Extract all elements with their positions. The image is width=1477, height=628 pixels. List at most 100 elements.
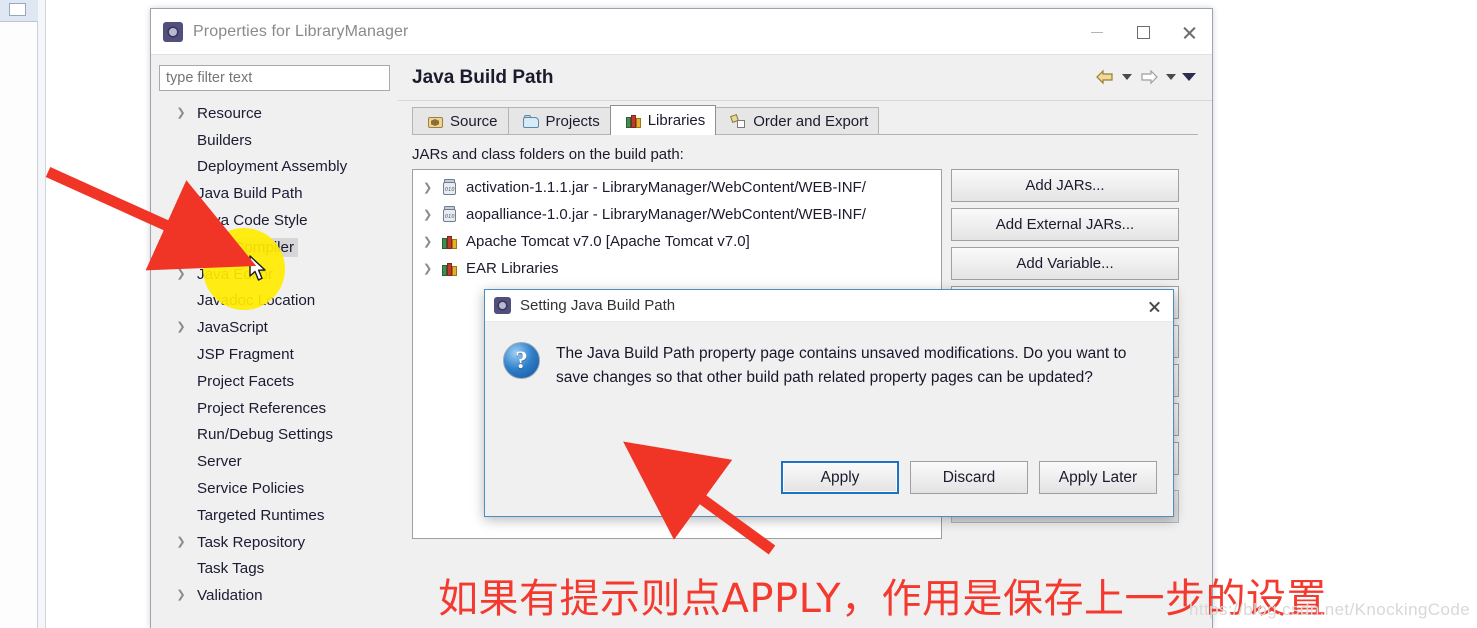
add-variable-button[interactable]: Add Variable... <box>951 247 1179 280</box>
minimize-icon <box>1091 31 1103 33</box>
chevron-right-icon[interactable]: ❯ <box>173 590 189 601</box>
dialog-message: The Java Build Path property page contai… <box>556 345 1127 386</box>
sidebar-item-label: Project Facets <box>197 372 295 390</box>
sidebar-item-java-build-path[interactable]: Java Build Path <box>159 180 390 207</box>
tab-source[interactable]: Source <box>412 107 509 135</box>
sidebar-item-label: JavaScript <box>197 319 268 337</box>
sidebar-item-run-debug-settings[interactable]: Run/Debug Settings <box>159 422 390 449</box>
back-arrow-icon[interactable] <box>1094 67 1116 87</box>
chevron-right-icon[interactable]: ❯ <box>173 107 189 119</box>
sidebar-item-server[interactable]: Server <box>159 448 390 475</box>
list-label: JARs and class folders on the build path… <box>412 146 684 163</box>
tab-bar[interactable]: Source Projects Libraries Order and Export <box>398 101 1212 135</box>
chevron-right-icon[interactable]: ❯ <box>173 536 189 548</box>
window-titlebar: Properties for LibraryManager <box>151 9 1212 55</box>
jar-list-item[interactable]: ❯ 010 aopalliance-1.0.jar - LibraryManager… <box>413 201 941 228</box>
tab-order-and-export[interactable]: Order and Export <box>715 107 880 135</box>
sidebar-item-jsp-fragment[interactable]: JSP Fragment <box>159 341 390 368</box>
jar-icon: 010 <box>441 206 458 223</box>
apply-later-button[interactable]: Apply Later <box>1039 461 1157 494</box>
sidebar-item-label: Project References <box>197 399 327 417</box>
chevron-right-icon[interactable]: ❯ <box>423 235 437 248</box>
settings-sidebar: ❯ Resource Builders Deployment Assembly Java… <box>151 55 398 628</box>
screenshot-root: Properties for LibraryManager ❯ Resource B… <box>0 0 1477 628</box>
sidebar-item-label: Java Build Path <box>197 185 303 203</box>
chevron-right-icon[interactable]: ❯ <box>173 241 189 253</box>
library-icon <box>441 233 458 250</box>
jar-list-item[interactable]: ❯ Apache Tomcat v7.0 [Apache Tomcat v7.0] <box>413 228 941 255</box>
chevron-right-icon[interactable]: ❯ <box>173 322 189 333</box>
jar-list-item-label: aopalliance-1.0.jar - LibraryManager/Web… <box>466 206 866 223</box>
library-icon <box>441 260 458 277</box>
background-titlebar-fragment <box>0 0 38 22</box>
forward-arrow-icon[interactable] <box>1138 67 1160 87</box>
navigation-toolbar <box>1094 67 1196 87</box>
chevron-right-icon[interactable]: ❯ <box>423 181 437 194</box>
eclipse-properties-icon <box>163 21 183 42</box>
sidebar-item-task-repository[interactable]: ❯ Task Repository <box>159 529 390 556</box>
background-maximize-icon <box>9 3 26 16</box>
sidebar-item-web-content-settings[interactable]: Web Content Settings <box>159 609 390 616</box>
chevron-right-icon[interactable]: ❯ <box>173 215 189 226</box>
dialog-titlebar: Setting Java Build Path <box>485 290 1173 322</box>
chevron-right-icon[interactable]: ❯ <box>423 262 437 275</box>
chevron-right-icon[interactable]: ❯ <box>173 268 189 280</box>
sidebar-item-project-references[interactable]: Project References <box>159 395 390 422</box>
dialog-title: Setting Java Build Path <box>520 297 676 314</box>
question-mark-icon: ? <box>503 342 540 379</box>
window-controls <box>1074 9 1212 55</box>
sidebar-item-deployment-assembly[interactable]: Deployment Assembly <box>159 154 390 181</box>
tab-label: Projects <box>545 113 600 130</box>
close-button[interactable] <box>1166 9 1212 55</box>
settings-tree[interactable]: ❯ Resource Builders Deployment Assembly Java… <box>159 100 390 616</box>
jar-list-item-label: Apache Tomcat v7.0 [Apache Tomcat v7.0] <box>466 233 750 250</box>
add-jars-button[interactable]: Add JARs... <box>951 169 1179 202</box>
forward-dropdown-icon[interactable] <box>1166 74 1176 80</box>
properties-window: Properties for LibraryManager ❯ Resource B… <box>150 8 1213 628</box>
sidebar-item-builders[interactable]: Builders <box>159 127 390 154</box>
sidebar-item-label: Targeted Runtimes <box>197 506 325 524</box>
sidebar-item-resource[interactable]: ❯ Resource <box>159 100 390 127</box>
add-external-jars-button[interactable]: Add External JARs... <box>951 208 1179 241</box>
apply-button[interactable]: Apply <box>781 461 899 494</box>
tab-libraries[interactable]: Libraries <box>609 105 717 135</box>
maximize-button[interactable] <box>1120 9 1166 55</box>
tab-label: Source <box>450 113 498 130</box>
sidebar-item-label: Builders <box>197 131 252 149</box>
sidebar-item-javascript[interactable]: ❯ JavaScript <box>159 314 390 341</box>
jar-list-item[interactable]: ❯ 010 activation-1.1.1.jar - LibraryManage… <box>413 174 941 201</box>
background-window-gutter <box>38 0 46 628</box>
sidebar-item-service-policies[interactable]: Service Policies <box>159 475 390 502</box>
sidebar-item-task-tags[interactable]: Task Tags <box>159 556 390 583</box>
sidebar-item-label: Java Code Style <box>197 212 308 230</box>
sidebar-item-label: Task Tags <box>197 560 265 578</box>
tab-label: Libraries <box>647 112 706 129</box>
sidebar-item-targeted-runtimes[interactable]: Targeted Runtimes <box>159 502 390 529</box>
sidebar-item-project-facets[interactable]: Project Facets <box>159 368 390 395</box>
back-dropdown-icon[interactable] <box>1122 74 1132 80</box>
tab-projects[interactable]: Projects <box>507 107 611 135</box>
sidebar-item-label: Service Policies <box>197 480 305 498</box>
libraries-books-icon <box>625 112 642 129</box>
sidebar-item-validation[interactable]: ❯ Validation <box>159 582 390 609</box>
jar-list-item[interactable]: ❯ EAR Libraries <box>413 255 941 282</box>
close-icon <box>1148 300 1161 313</box>
chevron-right-icon[interactable]: ❯ <box>423 208 437 221</box>
sidebar-item-java-code-style[interactable]: ❯ Java Code Style <box>159 207 390 234</box>
content-header: Java Build Path <box>398 55 1212 101</box>
filter-input[interactable] <box>159 65 390 91</box>
maximize-icon <box>1136 25 1150 39</box>
tab-underline <box>412 134 1198 135</box>
minimize-button[interactable] <box>1074 9 1120 55</box>
dialog-close-button[interactable] <box>1141 294 1167 318</box>
setting-java-build-path-dialog: Setting Java Build Path ? The Java Build… <box>484 289 1174 517</box>
jar-icon: 010 <box>441 179 458 196</box>
discard-button[interactable]: Discard <box>910 461 1028 494</box>
tab-label: Order and Export <box>753 113 869 130</box>
jar-list-item-label: EAR Libraries <box>466 260 559 277</box>
watermark: https://blog.csdn.net/KnockingCode <box>1189 600 1471 619</box>
sidebar-item-label: Task Repository <box>197 533 306 551</box>
background-window-strip <box>0 0 38 628</box>
view-menu-icon[interactable] <box>1182 73 1196 81</box>
dialog-button-row: Apply Discard Apply Later <box>781 461 1157 494</box>
